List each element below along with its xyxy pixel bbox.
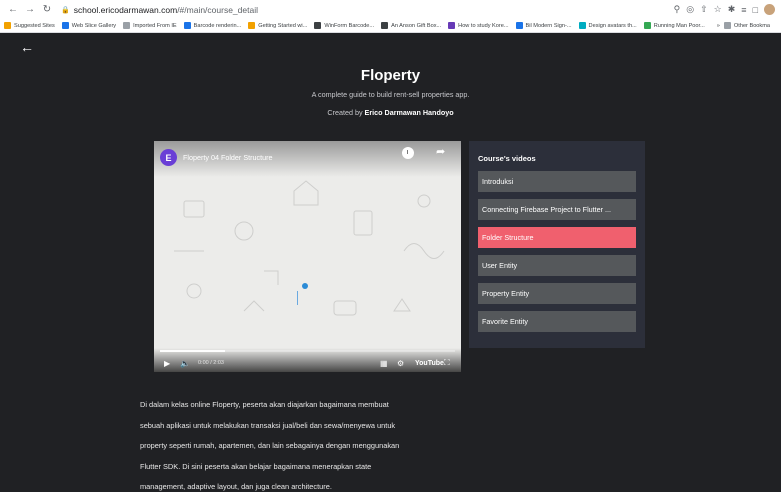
bookmark-label: Design avatars th... xyxy=(588,22,637,29)
course-description: Di dalam kelas online Floperty, peserta … xyxy=(140,395,460,492)
course-video-item[interactable]: Introduksi xyxy=(478,171,636,192)
back-icon[interactable]: ← xyxy=(6,3,20,17)
course-videos-panel: Course's videos Introduksi Connecting Fir… xyxy=(469,141,645,348)
bookmark-label: Running Man Poor... xyxy=(653,22,705,29)
bookmark-item[interactable]: Barcode renderin... xyxy=(183,22,242,29)
description-line: management, adaptive layout, dan juga cl… xyxy=(140,482,332,491)
bookmark-star-icon[interactable]: ☆ xyxy=(714,4,722,15)
progress-bar[interactable] xyxy=(160,350,455,352)
byline-prefix: Created by xyxy=(327,108,363,117)
sidepanel-icon[interactable]: □ xyxy=(753,5,758,15)
back-arrow-icon[interactable]: ← xyxy=(20,39,34,55)
subtitles-icon[interactable]: ▦ xyxy=(380,359,388,368)
channel-avatar[interactable]: E xyxy=(160,149,177,166)
bookmark-item[interactable]: Web Slice Gallery xyxy=(61,22,117,29)
bookmark-favicon-icon xyxy=(314,22,322,29)
bookmark-favicon-icon xyxy=(183,22,191,29)
bookmark-favicon-icon xyxy=(4,22,11,29)
bookmark-item[interactable]: Getting Started wi... xyxy=(248,22,307,29)
bookmark-label: An Anson Gift Box... xyxy=(391,22,442,29)
video-time: 0:00 / 2:03 xyxy=(198,360,224,366)
bookmark-favicon-icon xyxy=(248,22,256,29)
fullscreen-icon[interactable]: ⛶ xyxy=(444,358,450,368)
url-host: school.ericodarmawan.com xyxy=(73,4,178,15)
bookmarks-bar: Suggested Sites Web Slice Gallery Imported… xyxy=(0,19,781,33)
bookmark-favicon-icon xyxy=(448,22,456,29)
video-player[interactable]: E Floperty 04 Folder Structure ➦ ▶ 🔈 0:0… xyxy=(154,141,461,372)
folder-icon xyxy=(723,22,731,29)
bookmark-item[interactable]: Running Man Poor... xyxy=(643,22,705,29)
bookmark-favicon-icon xyxy=(515,22,523,29)
course-title: Floperty xyxy=(360,67,421,84)
bookmark-item[interactable]: Suggested Sites xyxy=(4,22,55,29)
course-video-item[interactable]: Favorite Entity xyxy=(478,311,636,332)
bookmark-item[interactable]: Design avatars th... xyxy=(578,22,637,29)
lock-icon: 🔒 xyxy=(61,6,70,14)
lens-icon[interactable]: ◎ xyxy=(686,4,694,15)
bookmark-label: How to study Kore... xyxy=(458,22,509,29)
bookmark-favicon-icon xyxy=(123,22,131,29)
other-bookmarks-label: Other Bookma xyxy=(733,22,770,29)
bookmark-label: Bil Modern Sign-... xyxy=(525,22,572,29)
bookmark-favicon-icon xyxy=(381,22,389,29)
key-icon[interactable]: ⚲ xyxy=(674,4,681,15)
video-title-row: E Floperty 04 Folder Structure xyxy=(160,149,272,166)
bookmark-favicon-icon xyxy=(578,22,586,29)
share-arrow-icon[interactable]: ➦ xyxy=(436,145,445,158)
youtube-logo[interactable]: YouTube xyxy=(415,360,444,367)
bookmark-label: Suggested Sites xyxy=(14,22,55,29)
watch-later-icon[interactable] xyxy=(402,147,414,159)
course-video-item[interactable]: User Entity xyxy=(478,255,636,276)
bookmark-item[interactable]: How to study Kore... xyxy=(448,22,509,29)
media-icon[interactable]: ≡ xyxy=(741,5,746,15)
settings-gear-icon[interactable]: ⚙ xyxy=(397,359,404,368)
bookmark-favicon-icon xyxy=(61,22,69,29)
author-name: Erico Darmawan Handoyo xyxy=(364,108,454,117)
forward-icon[interactable]: → xyxy=(23,3,37,17)
other-bookmarks[interactable]: » Other Bookma xyxy=(717,22,777,29)
progress-fill xyxy=(160,350,225,352)
profile-avatar[interactable] xyxy=(764,4,775,15)
other-bookmarks-link[interactable]: Other Bookma xyxy=(723,22,770,29)
bookmark-favicon-icon xyxy=(643,22,651,29)
course-video-item[interactable]: Property Entity xyxy=(478,283,636,304)
url-path: /#/main/course_detail xyxy=(177,4,258,15)
course-subtitle: A complete guide to build rent-sell prop… xyxy=(311,90,470,99)
panel-title: Course's videos xyxy=(478,154,536,163)
description-line: Flutter SDK. Di sini peserta akan belaja… xyxy=(140,461,372,471)
volume-icon[interactable]: 🔈 xyxy=(180,359,190,368)
bookmark-item[interactable]: Imported From IE xyxy=(123,22,177,29)
bookmark-label: WinForm Barcode... xyxy=(324,22,375,29)
chevron-right-icon[interactable]: » xyxy=(717,23,720,29)
bookmark-item[interactable]: Bil Modern Sign-... xyxy=(515,22,572,29)
bookmark-label: Web Slice Gallery xyxy=(71,22,117,29)
cursor-dot xyxy=(302,283,308,289)
bookmark-label: Imported From IE xyxy=(133,22,177,29)
cursor-line xyxy=(297,291,298,305)
course-byline: Created by Erico Darmawan Handoyo xyxy=(0,108,781,117)
course-video-item[interactable]: Folder Structure xyxy=(478,227,636,248)
bookmark-label: Getting Started wi... xyxy=(258,22,308,29)
bookmark-item[interactable]: WinForm Barcode... xyxy=(314,22,374,29)
bookmark-label: Barcode renderin... xyxy=(193,22,242,29)
address-bar[interactable]: 🔒 school.ericodarmawan.com/#/main/course… xyxy=(61,5,668,15)
description-line: property seperti rumah, apartemen, dan l… xyxy=(140,441,400,450)
play-icon[interactable]: ▶ xyxy=(164,359,170,368)
video-title[interactable]: Floperty 04 Folder Structure xyxy=(183,153,272,162)
course-video-item[interactable]: Connecting Firebase Project to Flutter .… xyxy=(478,199,636,220)
extensions-icon[interactable]: ✱ xyxy=(728,4,736,15)
reload-icon[interactable]: ↻ xyxy=(40,3,54,17)
bookmark-item[interactable]: An Anson Gift Box... xyxy=(381,22,441,29)
description-line: sebuah aplikasi untuk melakukan transaks… xyxy=(140,420,396,430)
share-icon[interactable]: ⇧ xyxy=(700,4,708,15)
description-line: Di dalam kelas online Floperty, peserta … xyxy=(140,400,389,409)
course-detail-page: ← Floperty A complete guide to build ren… xyxy=(0,33,781,492)
browser-toolbar: ← → ↻ 🔒 school.ericodarmawan.com/#/main/… xyxy=(0,0,781,19)
